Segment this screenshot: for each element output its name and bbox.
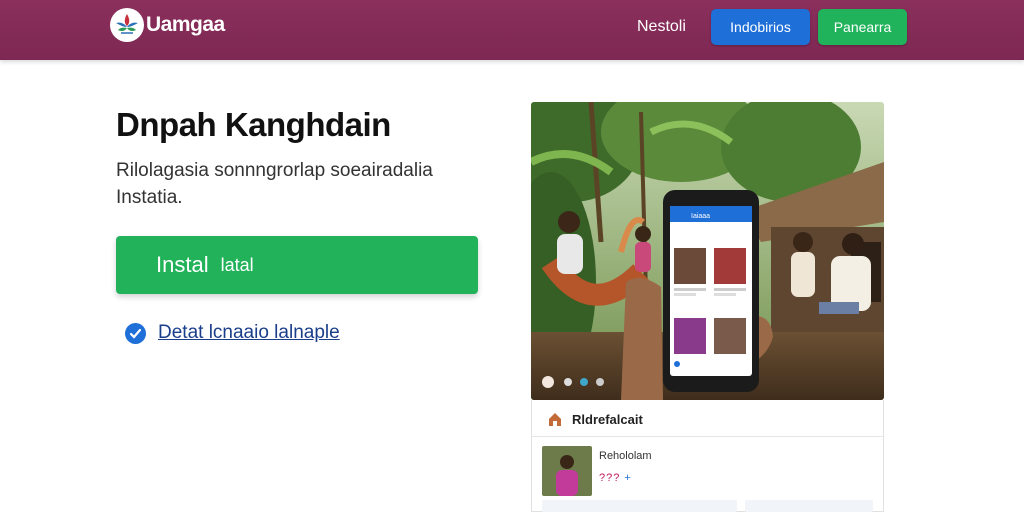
hero-subtitle: Rilolagasia sonnngrorlap soeairadalia In… bbox=[116, 160, 433, 208]
card-thumbnail[interactable] bbox=[542, 446, 592, 496]
brand-name: Uamgaa bbox=[146, 13, 225, 36]
card-item-name: Rehololam bbox=[599, 450, 652, 462]
card-mini-panel bbox=[542, 500, 737, 512]
phone-header-title: Iaiaaa bbox=[691, 213, 710, 220]
install-button[interactable]: Instal latal bbox=[116, 236, 478, 294]
card-header: Rldrefalcait bbox=[546, 410, 643, 428]
card-title: Rldrefalcait bbox=[572, 411, 643, 427]
hero-title: Dnpah Kanghdain bbox=[116, 106, 391, 143]
flower-logo-icon bbox=[110, 8, 144, 42]
card-item-meta: ??? + bbox=[599, 472, 632, 484]
install-button-sublabel: latal bbox=[220, 254, 254, 275]
top-nav-bar: Uamgaa Nestoli Indobirios Panearra bbox=[0, 0, 1024, 60]
card-mini-panel bbox=[745, 500, 873, 512]
install-button-label: Instal bbox=[156, 252, 209, 277]
hero-photo: Iaiaaa bbox=[531, 102, 884, 400]
details-link[interactable]: Detat lcnaaio lalnaple bbox=[158, 322, 340, 344]
app-info-card: Rldrefalcait Rehololam ??? + bbox=[531, 400, 884, 512]
home-app-icon bbox=[549, 413, 561, 426]
card-divider bbox=[532, 436, 883, 437]
brand-logo[interactable]: Uamgaa bbox=[110, 8, 225, 42]
header-blue-button[interactable]: Indobirios bbox=[711, 9, 810, 45]
nav-link[interactable]: Nestoli bbox=[637, 18, 686, 36]
details-link-row[interactable]: Detat lcnaaio lalnaple bbox=[125, 322, 340, 344]
header-green-button[interactable]: Panearra bbox=[818, 9, 907, 45]
check-circle-icon bbox=[125, 322, 146, 344]
